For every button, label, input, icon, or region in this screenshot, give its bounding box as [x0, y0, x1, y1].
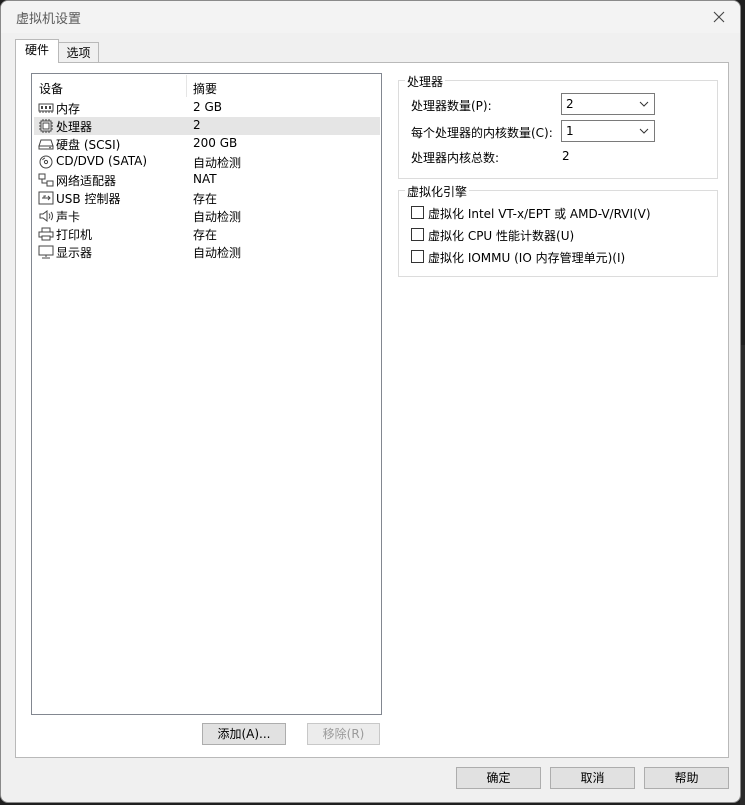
remove-device-button[interactable]: 移除(R)	[307, 723, 380, 745]
close-button[interactable]	[704, 5, 734, 29]
device-row-printer[interactable]: 打印机 存在	[34, 225, 380, 243]
device-name: 显示器	[56, 246, 93, 260]
device-summary: 自动检测	[193, 156, 242, 170]
device-row-memory[interactable]: 内存 2 GB	[34, 99, 380, 117]
virtualization-group-label: 虚拟化引擎	[405, 183, 470, 200]
column-header-summary[interactable]: 摘要	[193, 80, 217, 97]
total-cores-value: 2	[562, 149, 570, 163]
printer-icon	[38, 227, 54, 241]
tab-options[interactable]: 选项	[59, 42, 99, 64]
cpu-counters-checkbox[interactable]	[411, 228, 424, 241]
cd-dvd-icon	[39, 155, 53, 169]
settings-window: 虚拟机设置 硬件 选项 设备 摘要 内存 2 GB 处理器 2 硬盘 (SCSI…	[0, 0, 741, 803]
device-name: 网络适配器	[56, 174, 117, 188]
close-icon	[713, 11, 725, 23]
chevron-down-icon	[639, 128, 649, 134]
tab-hardware[interactable]: 硬件	[15, 39, 59, 63]
device-name: 打印机	[56, 228, 93, 242]
device-row-sound-card[interactable]: 声卡 自动检测	[34, 207, 380, 225]
hardware-panel: 设备 摘要 内存 2 GB 处理器 2 硬盘 (SCSI) 200 GB CD/…	[15, 62, 729, 758]
processor-count-select[interactable]: 2	[561, 93, 655, 115]
device-summary: 自动检测	[193, 210, 242, 224]
device-row-processor[interactable]: 处理器 2	[34, 117, 380, 135]
sound-card-icon	[39, 210, 53, 222]
cores-per-processor-select[interactable]: 1	[561, 120, 655, 142]
cancel-button[interactable]: 取消	[550, 767, 635, 789]
device-summary: 存在	[193, 228, 218, 242]
usb-icon	[38, 191, 54, 205]
device-row-display[interactable]: 显示器 自动检测	[34, 243, 380, 261]
iommu-checkbox[interactable]	[411, 250, 424, 263]
device-row-hard-disk[interactable]: 硬盘 (SCSI) 200 GB	[34, 135, 380, 153]
device-summary: 200 GB	[193, 136, 238, 150]
column-header-device[interactable]: 设备	[39, 80, 63, 97]
iommu-checkbox-label[interactable]: 虚拟化 IOMMU (IO 内存管理单元)(I)	[428, 249, 625, 266]
help-button[interactable]: 帮助	[644, 767, 729, 789]
device-summary: 2 GB	[193, 100, 222, 114]
cores-per-processor-label: 每个处理器的内核数量(C):	[411, 126, 553, 140]
processor-count-value: 2	[566, 97, 574, 111]
processor-count-label: 处理器数量(P):	[411, 99, 492, 113]
display-icon	[38, 245, 54, 259]
device-name: USB 控制器	[56, 192, 121, 206]
hard-disk-icon	[38, 139, 54, 150]
device-row-network-adapter[interactable]: 网络适配器 NAT	[34, 171, 380, 189]
vtx-checkbox-label[interactable]: 虚拟化 Intel VT-x/EPT 或 AMD-V/RVI(V)	[428, 205, 651, 222]
column-separator[interactable]	[186, 75, 187, 97]
device-summary: 2	[193, 118, 201, 132]
device-name: 内存	[56, 102, 81, 116]
device-row-cd-dvd[interactable]: CD/DVD (SATA) 自动检测	[34, 153, 380, 171]
device-name: 声卡	[56, 210, 81, 224]
device-summary: 存在	[193, 192, 218, 206]
total-cores-label: 处理器内核总数:	[411, 151, 500, 165]
processor-group-label: 处理器	[405, 73, 446, 90]
network-adapter-icon	[38, 173, 54, 187]
device-list[interactable]: 设备 摘要 内存 2 GB 处理器 2 硬盘 (SCSI) 200 GB CD/…	[31, 73, 382, 715]
device-name: 硬盘 (SCSI)	[56, 138, 121, 152]
processor-icon	[39, 119, 53, 133]
memory-icon	[38, 103, 54, 113]
window-title: 虚拟机设置	[16, 12, 82, 27]
ok-button[interactable]: 确定	[456, 767, 541, 789]
processor-group: 处理器 处理器数量(P): 2 每个处理器的内核数量(C): 1 处理器内核总数…	[398, 73, 718, 179]
add-device-button[interactable]: 添加(A)...	[202, 723, 286, 745]
chevron-down-icon	[639, 101, 649, 107]
virtualization-group: 虚拟化引擎 虚拟化 Intel VT-x/EPT 或 AMD-V/RVI(V) …	[398, 183, 718, 277]
cpu-counters-checkbox-label[interactable]: 虚拟化 CPU 性能计数器(U)	[428, 227, 574, 244]
device-row-usb-controller[interactable]: USB 控制器 存在	[34, 189, 380, 207]
device-summary: 自动检测	[193, 246, 242, 260]
device-summary: NAT	[193, 172, 217, 186]
cores-per-processor-value: 1	[566, 124, 574, 138]
device-name: 处理器	[56, 120, 93, 134]
vtx-checkbox[interactable]	[411, 206, 424, 219]
title-bar: 虚拟机设置	[1, 1, 740, 33]
device-name: CD/DVD (SATA)	[56, 154, 148, 168]
